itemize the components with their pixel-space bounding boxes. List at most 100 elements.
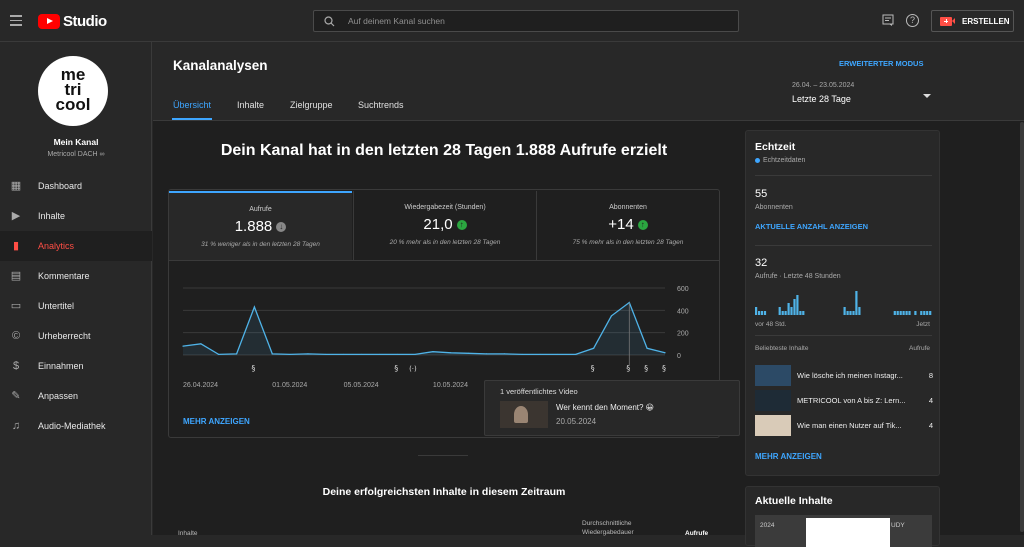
- metric-sub: 31 % weniger als in den letzten 28 Tagen: [201, 241, 320, 248]
- tab-audience[interactable]: Zielgruppe: [290, 100, 333, 110]
- sidebar-item-inhalte[interactable]: ▶ Inhalte: [0, 201, 152, 231]
- sidebar-item-untertitel[interactable]: ▭ Untertitel: [0, 291, 152, 321]
- section-divider: [418, 455, 468, 456]
- list-item-views: 8: [928, 371, 933, 380]
- data-point: [271, 353, 273, 355]
- date-range-label: Letzte 28 Tage: [792, 94, 851, 104]
- metric-subscribers[interactable]: Abonnenten +14 ↑ 75 % mehr als in den let…: [536, 191, 719, 260]
- data-point: [646, 347, 648, 349]
- realtime-views-label: Aufrufe · Letzte 48 Stunden: [755, 273, 841, 280]
- data-point: [432, 351, 434, 353]
- table-header-views: Aufrufe: [685, 530, 709, 537]
- thumb-text: UDY: [891, 522, 905, 529]
- search-box[interactable]: Auf deinem Kanal suchen: [313, 10, 739, 32]
- list-item[interactable]: Wie man einen Nutzer auf Tik... 4: [755, 415, 933, 437]
- tab-content[interactable]: Inhalte: [237, 100, 264, 110]
- realtime-live: Echtzeitdaten: [755, 157, 805, 164]
- main-area: Kanalanalysen ERWEITERTER MODUS Übersich…: [153, 42, 1024, 547]
- realtime-bar-chart[interactable]: [755, 287, 932, 315]
- x-tick-label: 01.05.2024: [272, 382, 307, 389]
- realtime-more-button[interactable]: MEHR ANZEIGEN: [755, 452, 822, 461]
- data-point: [610, 315, 613, 317]
- metric-views[interactable]: Aufrufe 1.888 ↓ 31 % weniger als in den l…: [169, 191, 352, 260]
- realtime-bar: [760, 311, 764, 315]
- shorts-marker-icon: §: [394, 364, 398, 373]
- realtime-bar: [787, 303, 790, 315]
- sidebar-item-audio-mediathek[interactable]: ♫ Audio-Mediathek: [0, 411, 152, 441]
- data-point: [592, 347, 595, 349]
- bar-right-label: Jetzt: [916, 321, 930, 328]
- sidebar-item-label: Audio-Mediathek: [38, 421, 106, 431]
- tab-active-indicator: [172, 118, 212, 120]
- realtime-bar: [849, 311, 852, 315]
- y-tick-label: 0: [677, 353, 681, 360]
- current-content-title: Aktuelle Inhalte: [755, 495, 833, 507]
- tab-search-trends[interactable]: Suchtrends: [358, 100, 404, 110]
- realtime-bar: [852, 311, 855, 315]
- shorts-marker-icon: §: [251, 364, 255, 373]
- realtime-views-value: 32: [755, 257, 768, 269]
- customize-icon: ✎: [11, 390, 21, 402]
- list-item-views: 4: [928, 421, 933, 430]
- sidebar-item-label: Einnahmen: [38, 361, 84, 371]
- video-thumbnail: [755, 390, 791, 411]
- more-button[interactable]: MEHR ANZEIGEN: [183, 417, 250, 426]
- list-item-views: 4: [928, 396, 933, 405]
- metric-title: Wiedergabezeit (Stunden): [404, 204, 486, 211]
- table-header-avg-duration: Durchschnittliche Wiedergabedauer: [582, 520, 634, 536]
- tooltip-header: 1 veröffentlichtes Video: [500, 387, 578, 396]
- trend-up-icon: ↑: [637, 220, 648, 231]
- youtube-studio-logo[interactable]: Studio: [38, 12, 107, 30]
- date-range-selector[interactable]: 26.04. – 23.05.2024 Letzte 28 Tage: [792, 82, 932, 116]
- realtime-bar: [914, 311, 917, 315]
- sidebar-item-analytics[interactable]: ▮ Analytics: [0, 231, 152, 261]
- sidebar-item-dashboard[interactable]: ▦ Dashboard: [0, 171, 152, 201]
- search-input[interactable]: Auf deinem Kanal suchen: [348, 16, 445, 26]
- published-video-tooltip: 1 veröffentlichtes Video Wer kennt den M…: [484, 380, 740, 436]
- y-tick-label: 200: [677, 331, 689, 338]
- create-button[interactable]: ERSTELLEN: [931, 10, 1014, 32]
- sidebar-item-einnahmen[interactable]: $ Einnahmen: [0, 351, 152, 381]
- data-point: [575, 353, 577, 356]
- list-item[interactable]: METRICOOL von A bis Z: Lern... 4: [755, 390, 933, 412]
- logo-text: Studio: [63, 12, 107, 30]
- channel-avatar[interactable]: me tri cool: [38, 56, 108, 126]
- realtime-bar: [796, 295, 799, 315]
- sidebar-item-kommentare[interactable]: ▤ Kommentare: [0, 261, 152, 291]
- feedback-icon[interactable]: [882, 14, 894, 27]
- help-icon[interactable]: ?: [906, 14, 919, 27]
- current-video-thumbnail[interactable]: 2024 UDY: [755, 515, 932, 547]
- realtime-bar: [763, 311, 767, 315]
- realtime-subs-value: 55: [755, 188, 768, 200]
- menu-icon[interactable]: [10, 13, 22, 27]
- live-subs-link[interactable]: AKTUELLE ANZAHL ANZEIGEN: [755, 222, 868, 231]
- popular-label: Beliebteste Inhalte: [755, 345, 809, 352]
- advanced-mode-link[interactable]: ERWEITERTER MODUS: [839, 59, 923, 68]
- metric-title: Aufrufe: [249, 206, 272, 213]
- data-point: [485, 353, 488, 355]
- scrollbar[interactable]: [1020, 122, 1024, 532]
- video-thumbnail[interactable]: [500, 401, 548, 428]
- realtime-bar: [846, 311, 849, 315]
- realtime-bar: [781, 311, 784, 315]
- sidebar-item-label: Dashboard: [38, 181, 83, 191]
- data-point: [325, 353, 327, 356]
- data-point: [539, 353, 541, 356]
- trend-neutral-icon: ↓: [276, 222, 287, 233]
- channel-handle: Metricool DACH ∞: [47, 151, 105, 158]
- search-icon: [324, 16, 335, 27]
- tab-overview[interactable]: Übersicht: [173, 100, 211, 110]
- shorts-marker-icon: §: [591, 364, 595, 373]
- analytics-icon: ▮: [12, 240, 20, 252]
- metric-watchtime[interactable]: Wiedergabezeit (Stunden) 21,0 ↑ 20 % mehr…: [353, 191, 536, 260]
- list-item-title: Wie man einen Nutzer auf Tik...: [797, 421, 902, 430]
- data-point: [253, 306, 256, 308]
- content-icon: ▶: [11, 210, 21, 222]
- realtime-bar: [855, 291, 858, 315]
- sidebar-item-urheberrecht[interactable]: © Urheberrecht: [0, 321, 152, 351]
- sidebar-item-label: Urheberrecht: [38, 331, 91, 341]
- shorts-marker-icon: §: [662, 364, 666, 373]
- realtime-bar: [893, 311, 896, 315]
- sidebar-item-anpassen[interactable]: ✎ Anpassen: [0, 381, 152, 411]
- list-item[interactable]: Wie lösche ich meinen Instagr... 8: [755, 365, 933, 387]
